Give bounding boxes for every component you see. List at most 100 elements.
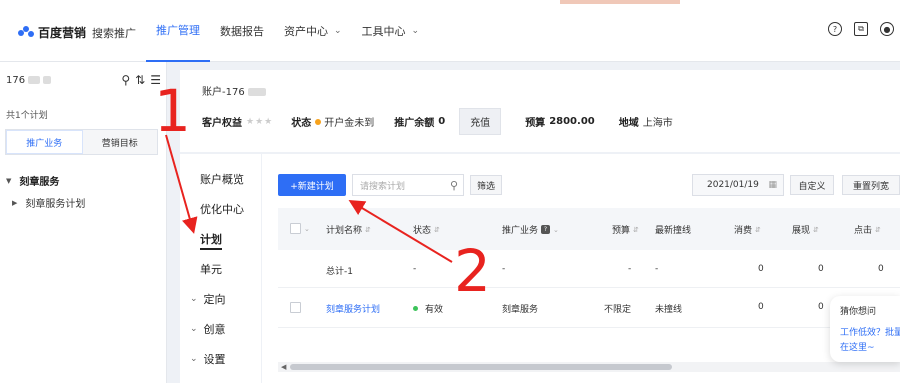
tab-promotion-business[interactable]: 推广业务	[6, 130, 83, 154]
chevron-down-icon: ⌄	[190, 294, 198, 304]
account-prefix: 176	[6, 74, 26, 86]
header-icons: ? ⧉ ●	[828, 22, 894, 36]
status-label: 状态	[291, 118, 312, 129]
subnav-label: 创意	[203, 323, 226, 336]
col-label: 点击	[854, 226, 873, 236]
nav-asset-center[interactable]: 资产中心 ⌄	[274, 0, 352, 62]
sort-icon[interactable]: ⇅	[135, 73, 145, 87]
tab-marketing-goal[interactable]: 营销目标	[82, 130, 157, 154]
user-icon[interactable]: ●	[880, 22, 894, 36]
col-clicks[interactable]: 点击 ⇵	[854, 223, 881, 237]
assistant-link-tail[interactable]: 在这里~	[840, 340, 900, 353]
plan-latest-cap: 未撞线	[655, 305, 683, 315]
account-title: 账户-176	[202, 83, 266, 98]
plan-budget[interactable]: 不限定	[604, 302, 631, 315]
sort-icon: ⇵	[434, 225, 440, 234]
chevron-down-icon: ⌄	[190, 324, 198, 334]
col-label: 状态	[413, 226, 432, 236]
table-total-row: 总计-1 - - - - 0 0 0	[278, 250, 900, 288]
divider	[180, 152, 900, 154]
redacted-block	[43, 75, 52, 84]
help-icon[interactable]: ?	[541, 225, 551, 234]
assistant-popup[interactable]: 猜你想问 工作低效？批量 在这里~	[830, 296, 900, 362]
status-dot-icon	[413, 306, 418, 311]
plan-tree-panel: 176 ⚲ ⇅ ☰ 共1个计划 推广业务 营销目标 ▼ 刻章服务 ▶ 刻章服务计…	[0, 62, 167, 383]
logo[interactable]: 百度营销 搜索推广	[18, 24, 136, 41]
col-spend[interactable]: 消费 ⇵	[734, 223, 761, 237]
horizontal-scrollbar[interactable]: ◀	[278, 362, 900, 372]
subnav-targeting[interactable]: ⌄ 定向	[190, 291, 226, 307]
col-plan-name[interactable]: 计划名称 ⇵	[326, 223, 371, 237]
search-icon[interactable]: ⚲	[450, 179, 458, 192]
table-row[interactable]: 刻章服务计划 有效 刻章服务 不限定 未撞线 0 0	[278, 288, 900, 328]
subnav-label: 设置	[203, 353, 226, 366]
baidu-logo-icon	[18, 25, 34, 40]
status-value: 开户金未到	[324, 118, 375, 129]
nav-tool-center[interactable]: 工具中心 ⌄	[352, 0, 430, 62]
row-checkbox[interactable]	[290, 302, 301, 313]
search-icon[interactable]: ⚲	[121, 73, 130, 87]
sort-icon: ⇵	[813, 225, 819, 234]
subnav-unit[interactable]: 单元	[200, 261, 222, 277]
col-impressions[interactable]: 展现 ⇵	[792, 223, 819, 237]
col-label: 推广业务	[502, 226, 539, 236]
browser-strip	[560, 0, 680, 4]
tree-item-seal-plan[interactable]: ▶ 刻章服务计划	[12, 195, 86, 211]
col-label: 计划名称	[326, 226, 363, 236]
scroll-left-icon[interactable]: ◀	[281, 363, 286, 371]
tree-group-label: 刻章服务	[19, 177, 60, 188]
col-status[interactable]: 状态 ⇵	[413, 223, 440, 237]
chevron-down-icon: ⌄	[334, 26, 342, 36]
plan-count: 共1个计划	[6, 111, 48, 121]
status-dot-icon	[315, 118, 322, 125]
plan-business: 刻章服务	[502, 305, 539, 315]
nav-label: 推广管理	[156, 24, 200, 37]
plan-impressions: 0	[818, 302, 824, 312]
sort-icon: ⇵	[633, 225, 639, 234]
recharge-button[interactable]: 充值	[459, 108, 502, 135]
budget-label: 预算	[525, 118, 546, 129]
subnav-plan[interactable]: 计划	[200, 231, 222, 250]
nav-promotion-management[interactable]: 推广管理	[146, 0, 210, 62]
assistant-link[interactable]: 工作低效？批量	[840, 325, 900, 338]
subnav-creative[interactable]: ⌄ 创意	[190, 321, 226, 337]
tree-group-seal-service[interactable]: ▼ 刻章服务	[6, 173, 60, 189]
reset-column-width-button[interactable]: 重置列宽	[842, 175, 900, 195]
col-business[interactable]: 推广业务? ⌄	[502, 223, 559, 236]
checkbox[interactable]	[290, 302, 301, 313]
checkbox[interactable]	[290, 223, 301, 234]
col-label: 最新撞线	[655, 226, 692, 236]
plan-name-link[interactable]: 刻章服务计划	[326, 302, 380, 315]
new-plan-button[interactable]: +新建计划	[278, 174, 346, 196]
tree-item-label: 刻章服务计划	[25, 199, 86, 210]
date-picker[interactable]: 2021/01/19 ▦	[692, 174, 784, 196]
copy-icon[interactable]: ⧉	[854, 22, 868, 36]
plan-spend: 0	[758, 302, 764, 312]
scrollbar-thumb[interactable]	[290, 364, 672, 370]
nav-data-report[interactable]: 数据报告	[210, 0, 274, 62]
table-header: ⌄ 计划名称 ⇵ 状态 ⇵ 推广业务? ⌄ 预算 ⇵ 最新撞线 消费 ⇵ 展现 ⇵ 点击 ⇵	[278, 208, 900, 250]
total-impressions: 0	[818, 264, 824, 274]
date-value: 2021/01/19	[707, 180, 759, 190]
brand-name: 百度营销	[38, 26, 87, 40]
subnav-optimization-center[interactable]: 优化中心	[200, 201, 244, 217]
region-label: 地域	[618, 118, 639, 129]
nav-label: 数据报告	[220, 25, 264, 38]
total-latest-cap: -	[655, 264, 659, 274]
subnav-settings[interactable]: ⌄ 设置	[190, 351, 226, 367]
plan-search-input[interactable]: 请搜索计划 ⚲	[352, 174, 464, 196]
help-icon[interactable]: ?	[828, 22, 842, 36]
region-value: 上海市	[642, 118, 673, 129]
callout-number-2: 2	[454, 237, 491, 305]
search-placeholder: 请搜索计划	[360, 181, 406, 192]
custom-columns-button[interactable]: 自定义	[790, 175, 834, 195]
plan-status: 有效	[413, 302, 443, 315]
subnav-account-overview[interactable]: 账户概览	[200, 171, 244, 187]
total-status: -	[413, 264, 417, 274]
col-latest-cap[interactable]: 最新撞线	[655, 223, 691, 236]
filter-button[interactable]: 筛选	[470, 175, 502, 195]
select-all-checkbox[interactable]: ⌄	[290, 223, 310, 234]
status-text: 有效	[425, 305, 444, 315]
col-budget[interactable]: 预算 ⇵	[612, 223, 639, 237]
total-label: 总计-1	[326, 267, 353, 277]
